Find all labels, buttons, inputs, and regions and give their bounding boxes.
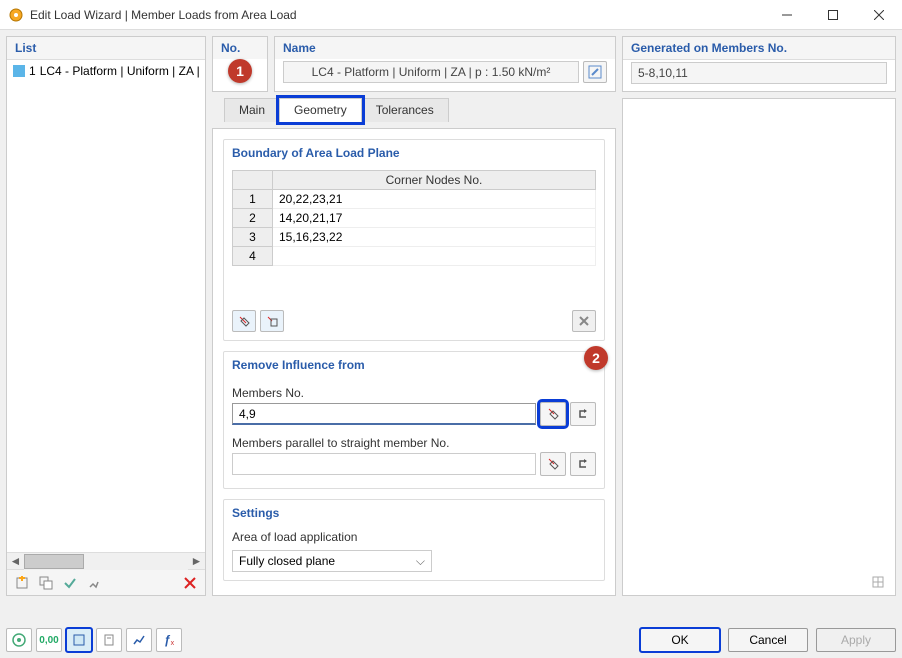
- area-application-label: Area of load application: [232, 530, 596, 544]
- remove-influence-title: Remove Influence from: [224, 352, 604, 378]
- remove-influence-group: Remove Influence from 2 Members No.: [223, 351, 605, 489]
- corner-col-header: Corner Nodes No.: [273, 171, 596, 190]
- new-item-button[interactable]: [11, 572, 33, 594]
- settings-group: Settings Area of load application Fully …: [223, 499, 605, 581]
- title-bar: Edit Load Wizard | Member Loads from Are…: [0, 0, 902, 30]
- reset-parallel-button[interactable]: [570, 452, 596, 476]
- generated-members-input[interactable]: [631, 62, 887, 84]
- scroll-left-arrow[interactable]: ◄: [7, 553, 24, 570]
- delete-item-button[interactable]: [179, 572, 201, 594]
- close-button[interactable]: [856, 0, 902, 30]
- tab-main[interactable]: Main: [224, 98, 280, 122]
- reset-members-button[interactable]: [570, 402, 596, 426]
- preview-pane: [623, 99, 895, 569]
- table-row[interactable]: 120,22,23,21: [233, 190, 596, 209]
- settings-title: Settings: [224, 500, 604, 526]
- fx-button[interactable]: ƒx: [156, 628, 182, 652]
- window-title: Edit Load Wizard | Member Loads from Are…: [30, 8, 764, 22]
- maximize-button[interactable]: [810, 0, 856, 30]
- boundary-group: Boundary of Area Load Plane Corner Nodes…: [223, 139, 605, 341]
- table-row[interactable]: 214,20,21,17: [233, 209, 596, 228]
- list-item-icon: [13, 65, 25, 77]
- cancel-button[interactable]: Cancel: [728, 628, 808, 652]
- list-panel: List 1 LC4 - Platform | Uniform | ZA | p…: [6, 36, 206, 596]
- corner-nodes-table: Corner Nodes No. 120,22,23,21 214,20,21,…: [232, 170, 596, 266]
- generated-panel: Generated on Members No.: [622, 36, 896, 92]
- dialog-footer: 0,00 ƒx OK Cancel Apply: [6, 628, 896, 652]
- minimize-button[interactable]: [764, 0, 810, 30]
- members-no-label: Members No.: [232, 386, 596, 400]
- area-application-select[interactable]: Fully closed plane ⌵: [232, 550, 432, 572]
- pick-parallel-button[interactable]: [540, 452, 566, 476]
- scroll-thumb[interactable]: [24, 554, 84, 569]
- list-toolbar: [7, 569, 205, 595]
- app-icon: [8, 7, 24, 23]
- clear-nodes-button[interactable]: [572, 310, 596, 332]
- tab-tolerances[interactable]: Tolerances: [361, 98, 449, 122]
- number-panel: No. 1: [212, 36, 268, 92]
- table-row[interactable]: 4: [233, 247, 596, 266]
- apply-button: Apply: [816, 628, 896, 652]
- edit-name-button[interactable]: [583, 61, 607, 83]
- list-header: List: [7, 37, 205, 60]
- generated-header: Generated on Members No.: [623, 37, 895, 60]
- chevron-down-icon: ⌵: [416, 554, 425, 569]
- pick-members-button[interactable]: [540, 402, 566, 426]
- tab-content-geometry: Boundary of Area Load Plane Corner Nodes…: [212, 128, 616, 596]
- table-row[interactable]: 315,16,23,22: [233, 228, 596, 247]
- list-item-label: LC4 - Platform | Uniform | ZA | p :: [40, 64, 203, 78]
- settings-button[interactable]: [83, 572, 105, 594]
- units-button[interactable]: 0,00: [36, 628, 62, 652]
- list-horizontal-scrollbar[interactable]: ◄ ►: [7, 552, 205, 569]
- calc-button[interactable]: [96, 628, 122, 652]
- parallel-members-label: Members parallel to straight member No.: [232, 436, 596, 450]
- copy-item-button[interactable]: [35, 572, 57, 594]
- pick-nodes-button[interactable]: [232, 310, 256, 332]
- area-application-value: Fully closed plane: [239, 554, 335, 568]
- preview-options-button[interactable]: [867, 571, 889, 593]
- badge-1: 1: [228, 59, 252, 83]
- list-item-num: 1: [29, 64, 36, 78]
- boundary-title: Boundary of Area Load Plane: [224, 140, 604, 166]
- name-input[interactable]: [283, 61, 579, 83]
- view-button[interactable]: [66, 628, 92, 652]
- tab-geometry[interactable]: Geometry: [279, 98, 362, 122]
- badge-2: 2: [584, 346, 608, 370]
- list-item[interactable]: 1 LC4 - Platform | Uniform | ZA | p :: [9, 62, 203, 80]
- parallel-members-input[interactable]: [232, 453, 536, 475]
- scroll-right-arrow[interactable]: ►: [188, 553, 205, 570]
- tabs-row: Main Geometry Tolerances: [212, 98, 616, 122]
- help-button[interactable]: [6, 628, 32, 652]
- name-header: Name: [275, 37, 615, 59]
- number-header: No.: [213, 37, 267, 59]
- copy-nodes-button[interactable]: [260, 310, 284, 332]
- name-panel: Name: [274, 36, 616, 92]
- graph-button[interactable]: [126, 628, 152, 652]
- check-button[interactable]: [59, 572, 81, 594]
- list-body: 1 LC4 - Platform | Uniform | ZA | p :: [7, 60, 205, 552]
- ok-button[interactable]: OK: [640, 628, 720, 652]
- members-no-input[interactable]: [232, 403, 536, 425]
